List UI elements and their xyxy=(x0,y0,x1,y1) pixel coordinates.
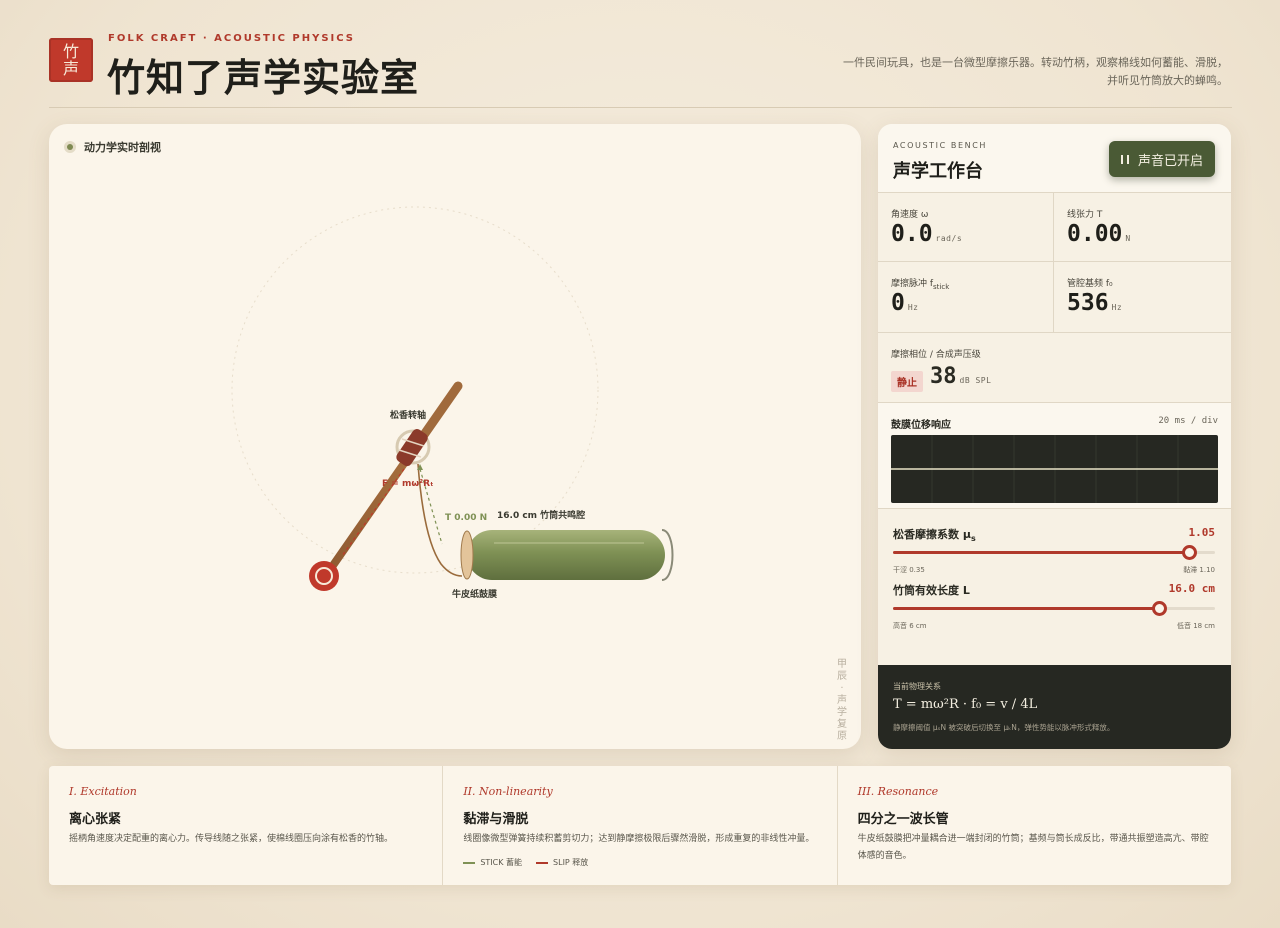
metrics-grid: 角速度 ω 0.0 rad/s 线张力 T 0.00 N 摩擦脉冲 fstick 0… xyxy=(878,193,1231,333)
desc-line-1: 一件民间玩具，也是一台微型摩擦乐器。转动竹柄，观察棉线如何蓄能、滑脱， xyxy=(843,56,1228,69)
card-body: 牛皮纸鼓膜把冲量耦合进一端封闭的竹筒；基频与筒长成反比，带通共振塑造高亢、带腔体… xyxy=(857,834,1209,861)
physics-relation-panel: 当前物理关系 T = mω²R · f₀ = v / 4L 静摩擦阈值 μₛN … xyxy=(878,665,1231,749)
friction-phase: 摩擦相位 / 合成声压级 静止 38 dB SPL xyxy=(878,333,1231,403)
scope-grid xyxy=(891,435,1218,503)
card-title: 黏滞与滑脱 xyxy=(463,812,529,827)
status-badge: 静止 xyxy=(891,371,923,392)
bench-header: ACOUSTIC BENCH 声学工作台 声音已开启 xyxy=(878,124,1231,193)
metric-tension: 线张力 T 0.00 N xyxy=(1054,193,1231,262)
pause-icon xyxy=(1120,154,1129,164)
slider-fill xyxy=(893,607,1159,610)
length-slider-section: 竹筒有效长度 L 16.0 cm 高音 6 cm 低音 18 cm xyxy=(878,579,1231,649)
slider-min-label: 高音 6 cm xyxy=(893,622,927,630)
metric-label: 摩擦脉冲 fstick xyxy=(891,279,950,291)
vert-char: · xyxy=(840,683,844,694)
vert-char: 复 xyxy=(837,719,847,730)
page-title: 竹知了声学实验室 xyxy=(107,55,420,100)
slider-max-label: 黏滞 1.10 xyxy=(1183,566,1215,574)
spl-value: 38 dB SPL xyxy=(930,364,992,389)
phase-label: 摩擦相位 / 合成声压级 xyxy=(891,350,981,360)
metric-label: 线张力 T xyxy=(1067,210,1103,220)
seal-char-1: 竹 xyxy=(62,42,79,61)
explainer-cards: I. Excitation 离心张紧 摇柄角速度决定配重的离心力。传导线随之张紧… xyxy=(49,766,1231,885)
card-title: 四分之一波长管 xyxy=(857,812,949,827)
seal-char-2: 声 xyxy=(62,59,79,78)
physics-label: 当前物理关系 xyxy=(893,682,941,691)
card-nonlinearity: II. Non-linearity 黏滞与滑脱 线圈像微型弹簧持续积蓄剪切力；达… xyxy=(443,766,838,885)
metric-value: 0 Hz xyxy=(891,290,919,316)
card-title: 离心张紧 xyxy=(69,812,122,827)
scope-section: 鼓膜位移响应 20 ms / div xyxy=(878,403,1231,509)
metric-value: 0.00 N xyxy=(1067,221,1131,247)
axle-label: 松香转轴 xyxy=(390,411,427,421)
legend-stick: STICK 蓄能 xyxy=(463,857,522,868)
slider-knob[interactable] xyxy=(1151,601,1167,616)
vert-char: 声 xyxy=(837,695,847,706)
dynamics-stage[interactable]: 动力学实时剖视 松香转轴 F = mω²Rₜ T 0.00 N 16.0 cm … xyxy=(49,124,861,749)
centrifugal-force-label: F = mω²Rₜ xyxy=(382,479,434,489)
sound-toggle-button[interactable]: 声音已开启 xyxy=(1109,141,1215,177)
stick-slip-legend: STICK 蓄能 SLIP 释放 xyxy=(463,857,588,868)
vert-char: 辰 xyxy=(837,671,847,682)
slider-value: 16.0 cm xyxy=(1168,582,1215,595)
acoustic-bench-panel: ACOUSTIC BENCH 声学工作台 声音已开启 角速度 ω 0.0 rad/… xyxy=(878,124,1231,749)
vert-char: 学 xyxy=(837,707,847,718)
card-body: 摇柄角速度决定配重的离心力。传导线随之张紧，使棉线圈压向涂有松香的竹轴。 xyxy=(69,834,394,844)
scope-division: 20 ms / div xyxy=(1158,416,1218,426)
vert-char: 甲 xyxy=(837,659,847,670)
metric-value: 536 Hz xyxy=(1067,290,1123,316)
card-resonance: III. Resonance 四分之一波长管 牛皮纸鼓膜把冲量耦合进一端封闭的竹… xyxy=(838,766,1231,885)
slider-label: 竹筒有效长度 L xyxy=(893,584,970,597)
seal-logo: 竹 声 xyxy=(49,38,93,82)
mechanism-diagram xyxy=(231,206,674,591)
metric-label: 管腔基频 f₀ xyxy=(1067,279,1113,289)
metric-label: 角速度 ω xyxy=(891,210,929,220)
oscilloscope xyxy=(891,435,1218,503)
metric-value: 0.0 rad/s xyxy=(891,221,963,247)
metric-angular-velocity: 角速度 ω 0.0 rad/s xyxy=(878,193,1054,262)
cotton-coil xyxy=(396,428,428,467)
sound-button-label: 声音已开启 xyxy=(1137,153,1203,169)
physics-note: 静摩擦阈值 μₛN 被突破后切换至 μₖN，弹性势能以脉冲形式释放。 xyxy=(893,723,1115,732)
metric-stick-pulse: 摩擦脉冲 fstick 0 Hz xyxy=(878,262,1054,333)
card-excitation: I. Excitation 离心张紧 摇柄角速度决定配重的离心力。传导线随之张紧… xyxy=(49,766,444,885)
card-kicker: III. Resonance xyxy=(857,785,939,798)
mu-slider[interactable] xyxy=(893,545,1215,560)
tube-label: 16.0 cm 竹筒共鸣腔 xyxy=(497,511,586,521)
bamboo-tube xyxy=(467,530,665,580)
legend-slip: SLIP 释放 xyxy=(536,857,588,868)
header-kicker: FOLK CRAFT · ACOUSTIC PHYSICS xyxy=(108,33,355,44)
card-body: 线圈像微型弹簧持续积蓄剪切力；达到静摩擦极限后骤然滑脱，形成重复的非线性冲量。 xyxy=(463,834,815,844)
slider-fill xyxy=(893,551,1190,554)
slider-label: 松香摩擦系数 μs xyxy=(893,528,976,544)
vert-char: 原 xyxy=(837,731,847,742)
slider-knob[interactable] xyxy=(1182,545,1198,560)
vertical-caption: 甲 辰 · 声 学 复 原 xyxy=(836,659,848,743)
bench-title: 声学工作台 xyxy=(893,161,983,182)
paper-membrane xyxy=(460,530,474,580)
card-kicker: II. Non-linearity xyxy=(463,785,553,798)
tension-label: T 0.00 N xyxy=(445,513,488,523)
slider-max-label: 低音 18 cm xyxy=(1176,622,1215,630)
membrane-label: 牛皮纸鼓膜 xyxy=(452,590,498,600)
slider-min-label: 干涩 0.35 xyxy=(893,566,925,574)
weight-bob xyxy=(309,561,339,591)
slider-value: 1.05 xyxy=(1188,526,1216,539)
length-slider[interactable] xyxy=(893,601,1215,616)
card-kicker: I. Excitation xyxy=(69,785,137,798)
physics-formula: T = mω²R · f₀ = v / 4L xyxy=(893,697,1038,712)
desc-line-2: 并听见竹筒放大的蝉鸣。 xyxy=(1107,74,1228,87)
header-description: 一件民间玩具，也是一台微型摩擦乐器。转动竹柄，观察棉线如何蓄能、滑脱， 并听见竹… xyxy=(808,54,1228,90)
scope-title: 鼓膜位移响应 xyxy=(891,420,951,431)
metric-fundamental: 管腔基频 f₀ 536 Hz xyxy=(1054,262,1231,333)
page-header: 竹 声 FOLK CRAFT · ACOUSTIC PHYSICS 竹知了声学实… xyxy=(49,30,1232,108)
bench-kicker: ACOUSTIC BENCH xyxy=(893,141,988,150)
mu-slider-section: 松香摩擦系数 μs 1.05 干涩 0.35 黏滞 1.10 xyxy=(878,509,1231,579)
